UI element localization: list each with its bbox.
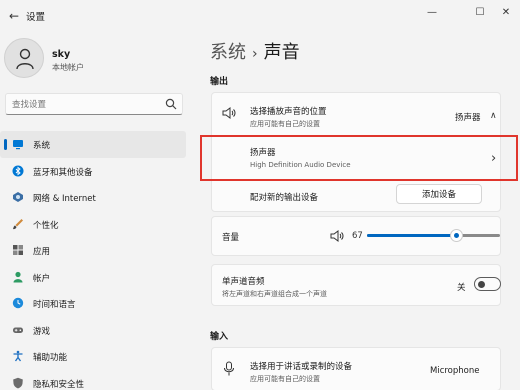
sidebar-item-label: 辅助功能 bbox=[33, 353, 68, 363]
choose-output-subtitle: 应用可能有自己的设置 bbox=[250, 120, 320, 128]
sidebar-item-label: 蓝牙和其他设备 bbox=[33, 167, 93, 178]
sidebar-item-personalization[interactable]: 个性化 bbox=[0, 211, 186, 238]
sidebar-item-accounts[interactable]: 帐户 bbox=[0, 264, 186, 291]
mono-audio-title: 单声道音频 bbox=[222, 277, 265, 287]
breadcrumb: 系统 › 声音 bbox=[210, 38, 300, 64]
sidebar-item-privacy[interactable]: 隐私和安全性 bbox=[0, 370, 186, 390]
volume-icon[interactable] bbox=[330, 230, 344, 242]
mono-audio-subtitle: 将左声道和右声道组合成一个声道 bbox=[222, 290, 327, 298]
current-input-value: Microphone bbox=[430, 366, 480, 376]
sidebar-item-label: 网络 & Internet bbox=[33, 194, 96, 204]
sidebar-item-time-language[interactable]: 时间和语言 bbox=[0, 290, 186, 317]
sidebar-item-label: 系统 bbox=[33, 141, 51, 151]
chevron-up-icon[interactable]: ∧ bbox=[490, 111, 497, 121]
close-button[interactable]: ✕ bbox=[492, 4, 520, 22]
title-bar: ← 设置 — ☐ ✕ bbox=[0, 0, 520, 32]
avatar[interactable] bbox=[4, 38, 44, 78]
choose-input-subtitle: 应用可能有自己的设置 bbox=[250, 375, 320, 383]
sidebar-item-label: 游戏 bbox=[33, 326, 51, 337]
pair-new-output-label: 配对新的输出设备 bbox=[250, 193, 319, 203]
globe-clock-icon bbox=[12, 297, 24, 309]
mono-audio-toggle[interactable] bbox=[474, 277, 501, 291]
network-icon bbox=[13, 192, 23, 202]
sidebar-item-label: 个性化 bbox=[33, 220, 59, 231]
account-type: 本地帐户 bbox=[52, 63, 84, 72]
account-icon bbox=[13, 271, 23, 282]
output-section-heading: 输出 bbox=[210, 77, 229, 87]
back-arrow-icon[interactable]: ← bbox=[6, 8, 22, 24]
choose-output-row[interactable]: 选择播放声音的位置 应用可能有自己的设置 扬声器 ∧ bbox=[212, 93, 500, 135]
choose-input-title: 选择用于讲话或录制的设备 bbox=[250, 362, 353, 372]
highlight-box bbox=[200, 135, 518, 181]
volume-slider-thumb[interactable] bbox=[450, 229, 463, 242]
accessibility-icon bbox=[13, 350, 23, 362]
minimize-button[interactable]: — bbox=[418, 4, 446, 22]
breadcrumb-separator: › bbox=[252, 46, 258, 62]
search-input[interactable] bbox=[12, 97, 162, 112]
sidebar-item-network[interactable]: 网络 & Internet bbox=[0, 184, 186, 211]
sidebar-item-accessibility[interactable]: 辅助功能 bbox=[0, 343, 186, 370]
brush-icon bbox=[13, 218, 23, 229]
person-icon bbox=[16, 48, 34, 70]
sidebar-item-label: 隐私和安全性 bbox=[33, 379, 85, 390]
input-section-heading: 输入 bbox=[210, 332, 229, 342]
sidebar-item-system[interactable]: 系统 bbox=[0, 131, 186, 158]
mono-audio-card: 单声道音频 将左声道和右声道组合成一个声道 关 bbox=[211, 264, 501, 306]
mono-audio-state: 关 bbox=[457, 283, 466, 293]
breadcrumb-parent[interactable]: 系统 bbox=[210, 42, 246, 63]
volume-value: 67 bbox=[352, 231, 363, 241]
page-title: 声音 bbox=[263, 42, 300, 63]
shield-icon bbox=[13, 377, 23, 388]
sidebar-item-bluetooth[interactable]: 蓝牙和其他设备 bbox=[0, 158, 186, 185]
bluetooth-icon bbox=[12, 165, 24, 176]
volume-label: 音量 bbox=[222, 233, 240, 243]
sidebar-nav: 系统 蓝牙和其他设备 网络 & Internet 个性化 应用 帐户 时间和语言… bbox=[0, 131, 190, 390]
microphone-icon bbox=[224, 361, 234, 376]
speaker-icon bbox=[222, 107, 236, 119]
sidebar-item-apps[interactable]: 应用 bbox=[0, 237, 186, 264]
search-icon[interactable] bbox=[165, 98, 177, 110]
maximize-button[interactable]: ☐ bbox=[466, 4, 494, 22]
monitor-icon bbox=[13, 140, 23, 150]
sidebar-item-label: 应用 bbox=[33, 247, 51, 257]
sidebar-item-gaming[interactable]: 游戏 bbox=[0, 317, 186, 344]
volume-slider[interactable] bbox=[367, 229, 500, 242]
window-title: 设置 bbox=[26, 12, 46, 23]
input-device-card: 选择用于讲话或录制的设备 应用可能有自己的设置 Microphone bbox=[211, 347, 501, 390]
gamepad-icon bbox=[13, 327, 23, 333]
apps-icon bbox=[13, 245, 23, 255]
add-device-button[interactable]: 添加设备 bbox=[396, 184, 482, 204]
user-name: sky bbox=[52, 49, 71, 60]
sidebar-item-label: 帐户 bbox=[33, 273, 51, 284]
volume-slider-fill bbox=[367, 234, 456, 237]
current-output-value: 扬声器 bbox=[455, 113, 481, 123]
choose-input-row[interactable]: 选择用于讲话或录制的设备 应用可能有自己的设置 Microphone bbox=[212, 348, 500, 390]
choose-output-title: 选择播放声音的位置 bbox=[250, 107, 327, 117]
search-box[interactable] bbox=[5, 93, 183, 115]
sidebar-item-label: 时间和语言 bbox=[33, 300, 76, 310]
